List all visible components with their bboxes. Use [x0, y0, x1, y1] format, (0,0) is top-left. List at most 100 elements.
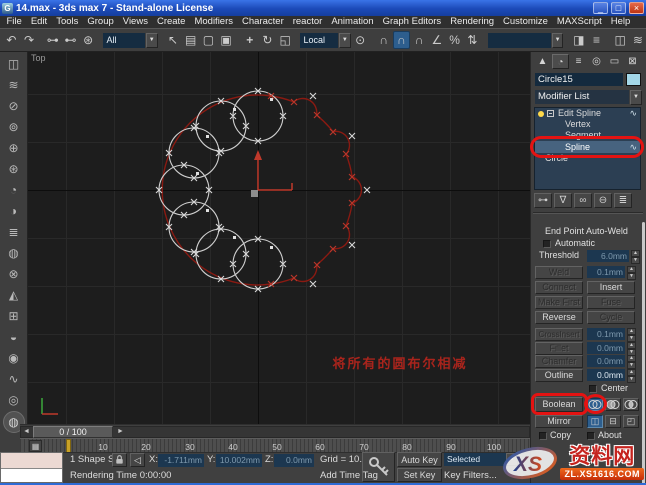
select-object-button[interactable]: ↖: [165, 31, 182, 49]
listener-script-line[interactable]: [1, 469, 62, 482]
menu-item-help[interactable]: Help: [606, 16, 635, 28]
pin-stack-button[interactable]: ⊶: [534, 193, 552, 208]
tab-display[interactable]: ▭: [606, 54, 623, 69]
copy-checkbox[interactable]: [539, 432, 547, 440]
left-toolbar-button-3[interactable]: ⊘: [3, 96, 25, 117]
current-frame-marker[interactable]: [66, 439, 71, 453]
cross-insert-value-field[interactable]: 0.1mm: [587, 328, 625, 340]
menu-item-modifiers[interactable]: Modifiers: [190, 16, 238, 28]
stack-item-segment[interactable]: Segment: [535, 130, 640, 141]
tab-motion[interactable]: ◎: [588, 54, 605, 69]
menu-item-graph-editors[interactable]: Graph Editors: [378, 16, 446, 28]
left-toolbar-button-9[interactable]: ≣: [3, 222, 25, 243]
track-bar[interactable]: ▦ 10 20 30 40 50 60 70 80 90 100: [20, 438, 530, 453]
fuse-button[interactable]: Fuse: [587, 296, 635, 309]
y-coordinate-field[interactable]: 10.002mm: [216, 454, 262, 467]
undo-button[interactable]: ↶: [3, 31, 20, 49]
left-toolbar-button-7[interactable]: ◔: [3, 180, 25, 201]
named-selection-sets-dropdown[interactable]: [487, 32, 551, 48]
mirror-both-icon[interactable]: ◰: [623, 415, 639, 428]
left-toolbar-button-12[interactable]: ◭: [3, 285, 25, 306]
menu-item-views[interactable]: Views: [118, 16, 152, 28]
menu-item-create[interactable]: Create: [152, 16, 190, 28]
set-key-button[interactable]: Set Key: [397, 468, 442, 482]
select-by-name-button[interactable]: ▤: [182, 31, 199, 49]
spinner-snap-button[interactable]: ⇅: [464, 31, 481, 49]
chamfer-button[interactable]: Chamfer: [535, 355, 583, 368]
percent-snap-button[interactable]: %: [446, 31, 463, 49]
left-toolbar-button-11[interactable]: ⊗: [3, 264, 25, 285]
outline-value-field[interactable]: 0.0mm: [587, 369, 625, 381]
stack-item-edit-spline[interactable]: Edit Spline ∿: [535, 108, 640, 119]
tab-create[interactable]: ▲: [534, 54, 551, 69]
weld-button[interactable]: Weld: [535, 266, 583, 279]
previous-frame-arrow[interactable]: ◄: [21, 427, 32, 437]
left-toolbar-button-16[interactable]: ∿: [3, 369, 25, 390]
chamfer-value-field[interactable]: 0.0mm: [587, 355, 625, 367]
menu-item-reactor[interactable]: reactor: [288, 16, 327, 28]
chamfer-spinner[interactable]: ▲ ▼: [627, 355, 636, 369]
cross-insert-button[interactable]: CrossInsert: [535, 328, 583, 341]
selection-filter-dropdown[interactable]: All: [103, 32, 145, 48]
align-button[interactable]: ≡: [588, 31, 605, 49]
z-coordinate-field[interactable]: 0.0mm: [274, 454, 314, 467]
use-pivot-center-button[interactable]: ⊙: [352, 31, 369, 49]
threshold-spinner[interactable]: ▲ ▼: [631, 250, 640, 264]
fillet-spinner[interactable]: ▲ ▼: [627, 342, 636, 356]
left-toolbar-button-15[interactable]: ◉: [3, 348, 25, 369]
unlink-selection-button[interactable]: ⊷: [62, 31, 79, 49]
select-and-link-button[interactable]: ⊶: [44, 31, 61, 49]
boolean-subtraction-icon[interactable]: [605, 398, 621, 411]
snap-toggle-2d-button[interactable]: ∩: [375, 31, 392, 49]
curve-editor-button[interactable]: ≋: [629, 31, 646, 49]
menu-item-customize[interactable]: Customize: [499, 16, 553, 28]
about-checkbox[interactable]: [587, 432, 595, 440]
weld-value-field[interactable]: 0.1mm: [587, 266, 625, 278]
modifier-list-arrow[interactable]: ▼: [630, 90, 642, 105]
left-toolbar-button-5[interactable]: ⊕: [3, 138, 25, 159]
modifier-list-dropdown[interactable]: Modifier List: [535, 90, 629, 104]
boolean-button[interactable]: Boolean: [535, 397, 583, 412]
tab-hierarchy[interactable]: ≡: [570, 54, 587, 69]
menu-item-animation[interactable]: Animation: [327, 16, 378, 28]
insert-button[interactable]: Insert: [587, 281, 635, 294]
minimize-button[interactable]: _: [593, 2, 608, 14]
reverse-button[interactable]: Reverse: [535, 311, 583, 324]
menu-item-file[interactable]: File: [2, 16, 26, 28]
stack-item-spline-selected[interactable]: Spline ∿: [535, 141, 640, 153]
cross-insert-spinner[interactable]: ▲ ▼: [627, 328, 636, 342]
auto-key-button[interactable]: Auto Key: [397, 452, 442, 467]
x-coordinate-field[interactable]: -1.711mm: [158, 454, 204, 467]
menu-item-character[interactable]: Character: [238, 16, 289, 28]
mirror-vertical-icon[interactable]: ⊟: [605, 415, 621, 428]
connect-button[interactable]: Connect: [535, 281, 583, 294]
left-toolbar-button-8[interactable]: ◑: [3, 201, 25, 222]
stack-item-vertex[interactable]: Vertex: [535, 119, 640, 130]
make-unique-button[interactable]: ∞: [574, 193, 592, 208]
rotate-button[interactable]: ↻: [259, 31, 276, 49]
boolean-intersection-icon[interactable]: [623, 398, 639, 411]
key-filters-button[interactable]: Key Filters...: [444, 469, 497, 483]
top-viewport[interactable]: Top 将所有的圆布尔相减: [28, 52, 530, 424]
tab-utilities[interactable]: ⊠: [624, 54, 641, 69]
window-crossing-button[interactable]: ▣: [218, 31, 235, 49]
time-slider-handle[interactable]: 0 / 100: [33, 426, 113, 438]
open-mini-curve-editor-button[interactable]: ▦: [29, 440, 42, 452]
redo-button[interactable]: ↷: [21, 31, 38, 49]
show-end-result-button[interactable]: ∇: [554, 193, 572, 208]
move-button[interactable]: +: [241, 31, 258, 49]
left-toolbar-button-14[interactable]: ◒: [3, 327, 25, 348]
left-toolbar-button-6[interactable]: ⊛: [3, 159, 25, 180]
selection-filter-arrow[interactable]: ▼: [145, 32, 158, 48]
make-first-button[interactable]: Make First: [535, 296, 583, 309]
left-toolbar-button-2[interactable]: ≋: [3, 75, 25, 96]
stack-item-circle[interactable]: Circle: [535, 153, 640, 164]
snap-toggle-25d-button[interactable]: ∩: [411, 31, 428, 49]
fillet-button[interactable]: Fillet: [535, 342, 583, 355]
viewport-label[interactable]: Top: [31, 53, 46, 63]
center-checkbox[interactable]: [589, 385, 597, 393]
maximize-button[interactable]: □: [611, 2, 626, 14]
left-toolbar-button-13[interactable]: ⊞: [3, 306, 25, 327]
listener-macro-line[interactable]: [1, 453, 62, 469]
reference-coordinate-arrow[interactable]: ▼: [338, 32, 351, 48]
